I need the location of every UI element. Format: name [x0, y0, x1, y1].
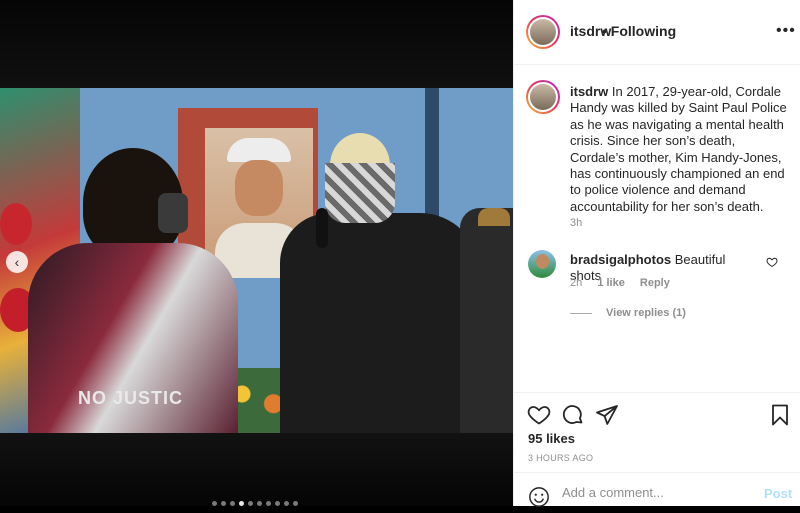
- carousel-dot: [266, 501, 271, 506]
- add-comment-bar: Post: [514, 472, 800, 507]
- comment-bubble-icon[interactable]: [561, 403, 585, 427]
- person-bystander: [460, 208, 513, 433]
- carousel-dot: [284, 501, 289, 506]
- carousel-dot: [293, 501, 298, 506]
- post-photo[interactable]: NO JUSTIC: [0, 88, 513, 433]
- view-replies-label[interactable]: View replies (1): [606, 307, 686, 319]
- emoji-icon[interactable]: [528, 486, 549, 507]
- carousel-prev-button[interactable]: ‹: [6, 251, 28, 273]
- carousel-dot: [221, 501, 226, 506]
- post-caption: itsdrw In 2017, 29-year-old, Cordale Han…: [570, 84, 790, 215]
- comment-like-count[interactable]: 1 like: [597, 277, 625, 289]
- separator-dot: •: [602, 23, 607, 39]
- media-bottom-letterbox: [0, 433, 513, 506]
- carousel-dot: [230, 501, 235, 506]
- carousel-dot: [257, 501, 262, 506]
- following-label[interactable]: Following: [611, 23, 676, 39]
- comment-reply-button[interactable]: Reply: [640, 277, 670, 289]
- follow-status[interactable]: • Following: [602, 23, 676, 39]
- post-media[interactable]: NO JUSTIC ‹: [0, 0, 513, 506]
- share-paper-plane-icon[interactable]: [595, 403, 619, 427]
- post-header: itsdrw • Following •••: [514, 0, 800, 65]
- like-heart-icon[interactable]: [527, 403, 551, 427]
- carousel-dot: [275, 501, 280, 506]
- comment-meta: 2h 1 like Reply: [570, 277, 682, 289]
- post-actions: [514, 392, 800, 433]
- post-side-panel: itsdrw • Following ••• itsdrw In 2017, 2…: [513, 0, 800, 507]
- post-timestamp[interactable]: 3 HOURS AGO: [528, 453, 593, 463]
- black-jacket: [280, 213, 480, 433]
- media-top-letterbox: [0, 0, 513, 88]
- comment-like-heart-icon[interactable]: [766, 256, 778, 271]
- view-replies-button[interactable]: View replies (1): [570, 307, 686, 319]
- likes-count[interactable]: 95 likes: [528, 431, 575, 446]
- person-kim-handy-jones: NO JUSTIC: [28, 148, 238, 433]
- carousel-dots: [212, 501, 298, 506]
- comment-time[interactable]: 2h: [570, 277, 582, 289]
- author-avatar[interactable]: [526, 15, 560, 49]
- jacket-text: NO JUSTIC: [78, 388, 184, 408]
- microphone: [316, 208, 328, 248]
- carousel-dot: [248, 501, 253, 506]
- post-comment-button[interactable]: Post: [764, 486, 792, 501]
- caption-avatar[interactable]: [526, 80, 560, 114]
- more-options-icon[interactable]: •••: [776, 22, 796, 40]
- person-speaker: [270, 133, 480, 433]
- comment-username[interactable]: bradsigalphotos: [570, 252, 671, 267]
- caption-time[interactable]: 3h: [570, 217, 582, 229]
- carousel-dot: [239, 501, 244, 506]
- save-bookmark-icon[interactable]: [768, 403, 792, 427]
- add-comment-input[interactable]: [562, 485, 752, 500]
- commenter-avatar[interactable]: [528, 250, 556, 278]
- instagram-post-viewer: NO JUSTIC ‹ itsdrw • Following ••• itsdr…: [0, 0, 800, 507]
- caption-username[interactable]: itsdrw: [570, 84, 608, 99]
- bandana-mask: [325, 163, 395, 223]
- bystander-hat: [478, 208, 510, 226]
- caption-text: In 2017, 29-year-old, Cordale Handy was …: [570, 84, 787, 214]
- face-mask: [158, 193, 188, 233]
- replies-divider-line: [570, 312, 592, 314]
- carousel-dot: [212, 501, 217, 506]
